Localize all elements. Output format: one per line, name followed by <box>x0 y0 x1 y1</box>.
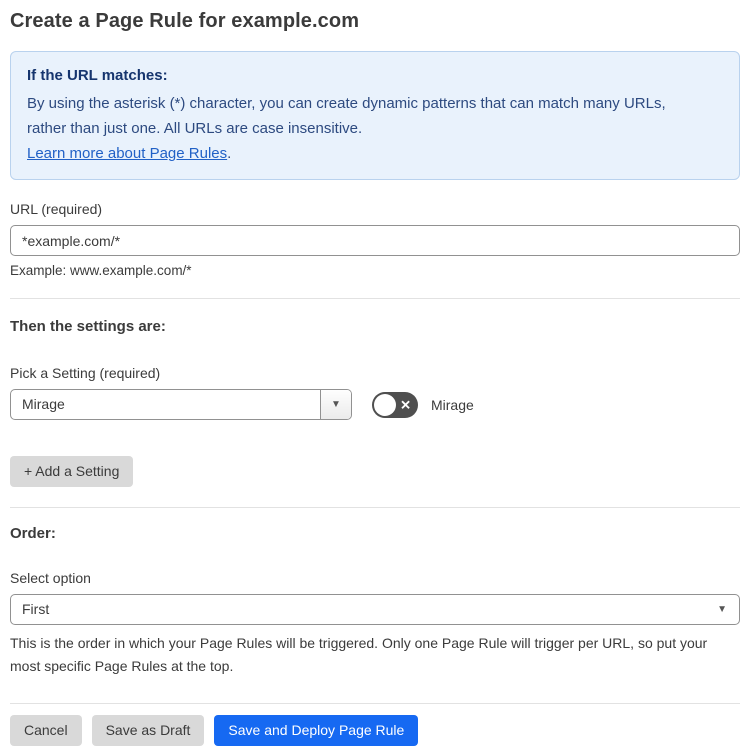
order-select-label: Select option <box>10 570 91 586</box>
create-page-rule-form: Create a Page Rule for example.com If th… <box>0 0 750 746</box>
page-title: Create a Page Rule for example.com <box>10 10 360 32</box>
setting-select[interactable]: Mirage ▼ <box>10 389 352 420</box>
url-field-label: URL (required) <box>10 201 103 217</box>
mirage-toggle[interactable]: ✕ <box>372 391 418 418</box>
toggle-label: Mirage <box>431 396 474 413</box>
divider <box>10 703 740 704</box>
order-section-heading: Order: <box>10 525 56 542</box>
order-helper-text: This is the order in which your Page Rul… <box>10 635 708 674</box>
pick-setting-label: Pick a Setting (required) <box>10 365 161 381</box>
info-box-link-line: Learn more about Page Rules. <box>27 141 723 166</box>
save-as-draft-button[interactable]: Save as Draft <box>91 715 205 746</box>
save-and-deploy-button[interactable]: Save and Deploy Page Rule <box>214 715 419 746</box>
divider <box>10 298 740 299</box>
url-match-info-box: If the URL matches: By using the asteris… <box>10 51 740 180</box>
settings-section-heading: Then the settings are: <box>10 318 166 335</box>
divider <box>10 507 740 508</box>
toggle-off-x-icon: ✕ <box>400 397 411 412</box>
url-field-group: URL (required) Example: www.example.com/… <box>10 201 740 278</box>
url-input[interactable] <box>10 225 740 256</box>
footer-actions: Cancel Save as Draft Save and Deploy Pag… <box>10 715 740 746</box>
toggle-knob <box>374 393 396 416</box>
learn-more-link[interactable]: Learn more about Page Rules <box>27 145 227 162</box>
info-box-heading: If the URL matches: <box>27 67 168 84</box>
cancel-button[interactable]: Cancel <box>10 715 82 746</box>
info-box-body: By using the asterisk (*) character, you… <box>27 95 666 137</box>
setting-row: Mirage ▼ ✕ Mirage <box>10 389 740 420</box>
chevron-down-icon: ▼ <box>717 603 727 615</box>
link-suffix: . <box>227 145 232 162</box>
order-select[interactable]: First ▼ <box>10 594 740 625</box>
setting-select-value: Mirage <box>22 396 65 412</box>
add-setting-button[interactable]: + Add a Setting <box>10 456 134 487</box>
url-field-helper: Example: www.example.com/* <box>10 263 192 278</box>
order-select-value: First <box>22 601 50 617</box>
chevron-down-icon: ▼ <box>331 398 341 410</box>
setting-select-arrow-button[interactable]: ▼ <box>320 390 351 419</box>
